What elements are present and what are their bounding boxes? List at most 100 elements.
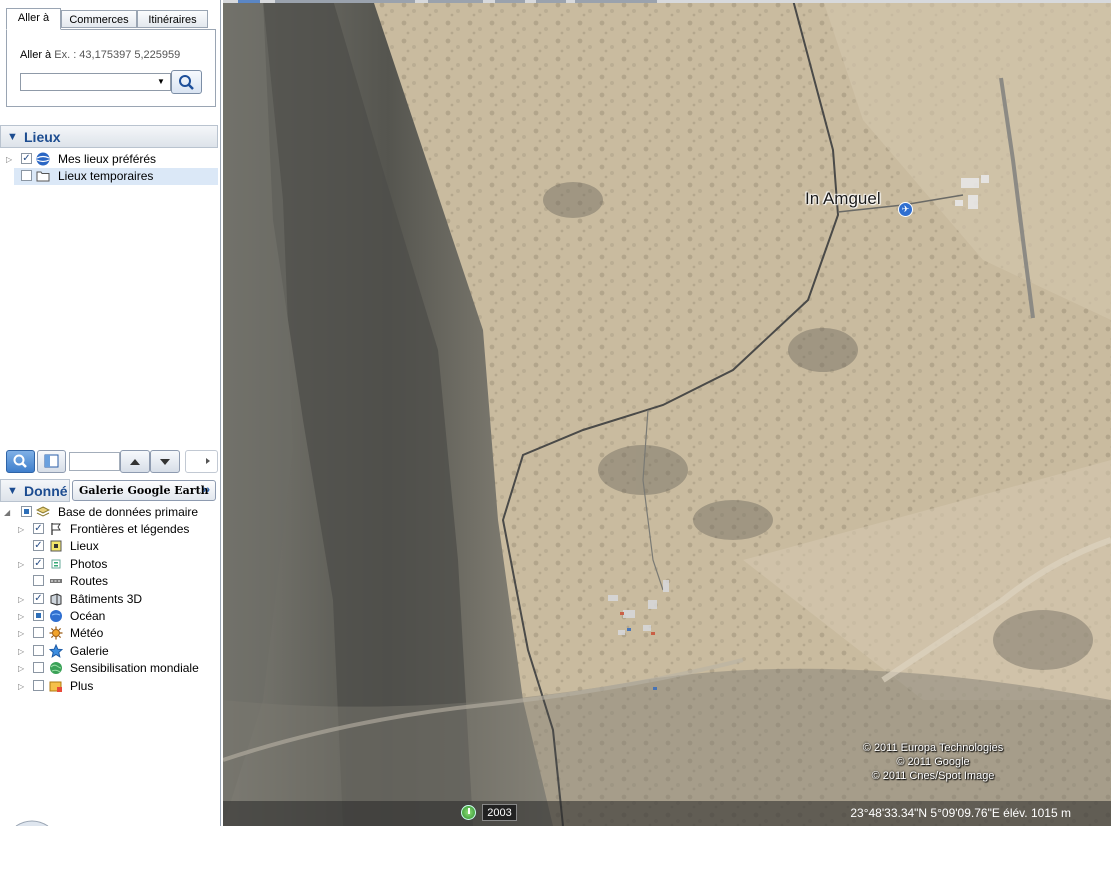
arrow-down-icon (160, 459, 170, 465)
compass-ring-icon[interactable] (14, 818, 50, 826)
expand-arrow-icon[interactable]: ▷ (18, 625, 24, 642)
star-icon (49, 643, 63, 658)
move-up-button[interactable] (120, 450, 150, 473)
layer-label: Plus (70, 678, 94, 693)
expand-arrow-icon[interactable]: ▷ (18, 678, 24, 695)
layer-label: Océan (70, 609, 106, 623)
checkbox-temporary[interactable] (21, 170, 32, 181)
layer-checkbox[interactable] (33, 644, 44, 656)
magnifier-icon (179, 75, 194, 90)
left-panel: Aller à Commerces Itinéraires Aller à Ex… (0, 0, 221, 826)
copyright-line: © 2011 Google (896, 756, 970, 768)
layer-label: Base de données primaire (58, 505, 199, 519)
airport-icon[interactable]: ✈ (898, 202, 913, 217)
layer-checkbox[interactable] (33, 662, 44, 674)
imagery-year-badge[interactable]: 2003 (482, 804, 517, 821)
world-icon (50, 662, 62, 675)
map-view[interactable]: In Amguel ✈ © 2011 Europa Technologies ©… (223, 0, 1111, 826)
layer-checkbox[interactable] (33, 575, 44, 587)
checkbox-favorites[interactable]: ✓ (21, 153, 32, 164)
layer-item[interactable]: ▷ Galerie (18, 643, 218, 660)
coordinates-elevation-readout: 23°48'33.34"N 5°09'09.76"E élév. 1015 m (850, 806, 1071, 820)
places-item-label: Mes lieux préférés (58, 152, 157, 166)
layer-checkbox[interactable] (33, 627, 44, 639)
layer-checkbox[interactable]: ✓ (33, 592, 44, 604)
layer-label: Photos (70, 556, 108, 571)
layer-item[interactable]: Routes (18, 573, 218, 590)
layer-label: Galerie (70, 643, 109, 658)
layer-checkbox[interactable]: ✓ (33, 523, 44, 534)
layer-root-primary-db[interactable]: ◢ Base de données primaire (4, 504, 218, 521)
place-label-in-amguel[interactable]: In Amguel (805, 189, 881, 209)
copyright-line: © 2011 Cnes/Spot Image (871, 770, 995, 782)
place-marker-icon (50, 540, 62, 552)
tab-commerces[interactable]: Commerces (61, 10, 137, 28)
layer-item[interactable]: ▷ Météo (18, 625, 218, 642)
layer-label: Sensibilisation mondiale (70, 661, 199, 676)
building-3d-icon (50, 593, 62, 606)
panel-search-field[interactable] (69, 452, 120, 471)
places-item-favorites[interactable]: ▷ ✓ Mes lieux préférés (4, 151, 218, 168)
places-header[interactable]: ▼ Lieux (0, 125, 218, 148)
layers-header[interactable]: ▼ Donné (0, 479, 70, 502)
layer-label: Frontières et légendes (70, 522, 190, 536)
layers-stack-icon (36, 506, 50, 517)
copyright-notice: © 2011 Europa Technologies © 2011 Google… (813, 741, 1053, 783)
search-mode-button[interactable] (6, 450, 35, 473)
layer-item[interactable]: ▷ ✓ Photos (18, 556, 218, 573)
sun-icon (49, 626, 63, 640)
more-folder-icon (49, 681, 62, 692)
flag-icon (51, 523, 61, 535)
layer-item[interactable]: ✓ Lieux (18, 538, 218, 555)
collapse-triangle-icon[interactable]: ▼ (7, 485, 18, 497)
magnifier-icon (13, 454, 27, 468)
tab-itineraires[interactable]: Itinéraires (137, 10, 208, 28)
layer-checkbox[interactable]: ✓ (33, 540, 44, 552)
expand-arrow-icon[interactable]: ▷ (18, 643, 24, 660)
layer-item[interactable]: ▷ ✓ Frontières et légendes (18, 521, 218, 538)
layer-label: Lieux (70, 539, 99, 554)
satellite-terrain (223, 0, 1111, 826)
layer-label: Météo (70, 626, 104, 641)
photo-icon (51, 559, 61, 569)
layer-checkbox[interactable] (33, 679, 44, 691)
expand-arrow-icon[interactable]: ▷ (18, 556, 24, 573)
search-tabs: Aller à Commerces Itinéraires (6, 8, 218, 30)
layer-item[interactable]: ▷ Sensibilisation mondiale (18, 660, 218, 677)
layer-label: Bâtiments 3D (70, 591, 143, 606)
dropdown-arrow-icon[interactable]: ▼ (157, 77, 165, 86)
layer-item[interactable]: ▷ Océan (18, 608, 218, 625)
search-button[interactable] (171, 70, 202, 94)
layer-checkbox[interactable]: ✓ (33, 557, 44, 569)
historical-imagery-clock-icon[interactable] (461, 805, 476, 820)
chevron-right-icon (206, 458, 210, 464)
panel-more-button[interactable] (185, 450, 218, 473)
expand-arrow-icon[interactable]: ▷ (18, 608, 24, 625)
goto-label-row: Aller à Ex. : 43,175397 5,225959 (20, 49, 180, 61)
map-top-toolbar-strip (223, 0, 1111, 3)
gallery-button-label: Galerie Google Earth (79, 484, 209, 497)
move-down-button[interactable] (150, 450, 180, 473)
goto-search-input[interactable] (20, 73, 171, 91)
checkbox-primary-db[interactable] (21, 506, 32, 517)
arrow-up-icon (130, 459, 140, 465)
tab-aller-a[interactable]: Aller à (6, 8, 61, 30)
panel-toggle-button[interactable] (37, 450, 66, 473)
layer-item[interactable]: ▷ ✓ Bâtiments 3D (18, 591, 218, 608)
expand-arrow-icon[interactable]: ▷ (6, 151, 12, 168)
expand-arrow-icon[interactable]: ▷ (18, 591, 24, 608)
goto-hint: Ex. : 43,175397 5,225959 (54, 49, 181, 61)
layer-item[interactable]: ▷ Plus (18, 678, 218, 695)
google-earth-gallery-button[interactable]: Galerie Google Earth ›› (72, 480, 216, 501)
layer-checkbox[interactable] (33, 610, 44, 621)
expand-arrow-icon[interactable]: ▷ (18, 521, 24, 538)
panel-layout-icon (44, 454, 59, 468)
folder-icon (36, 171, 50, 182)
map-status-bar: 2003 23°48'33.34"N 5°09'09.76"E élév. 10… (223, 801, 1111, 826)
expanded-arrow-icon[interactable]: ◢ (4, 504, 10, 521)
ocean-globe-icon (50, 610, 62, 622)
collapse-triangle-icon[interactable]: ▼ (7, 131, 18, 143)
places-item-temporary[interactable]: Lieux temporaires (14, 168, 218, 185)
layers-title: Donné (24, 483, 68, 499)
expand-arrow-icon[interactable]: ▷ (18, 660, 24, 677)
